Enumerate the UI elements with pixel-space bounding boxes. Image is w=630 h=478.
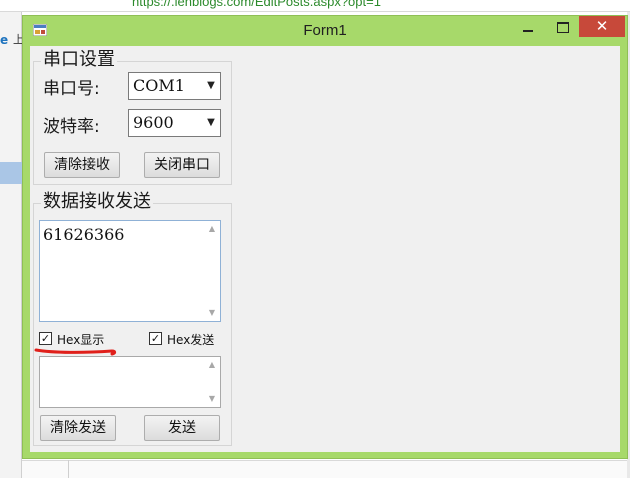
clear-receive-button[interactable]: 清除接收 <box>44 152 120 178</box>
close-button[interactable]: ✕ <box>579 16 625 37</box>
send-textbox[interactable]: ▲ ▼ <box>39 356 221 408</box>
form-client-area: 串口设置 串口号: COM1 ▼ 波特率: 9600 ▼ 清除接收 关闭串口 数… <box>30 46 620 452</box>
browser-url-text: https://.lenblogs.com/EditPosts.aspx?opt… <box>132 0 381 9</box>
close-icon: ✕ <box>595 17 609 35</box>
minimize-button[interactable] <box>515 18 541 38</box>
hex-display-checkbox[interactable]: ✓ <box>39 332 52 345</box>
receive-text: 61626366 <box>43 225 125 244</box>
baud-label: 波特率: <box>43 117 100 137</box>
red-underline-annotation <box>34 348 117 356</box>
port-select-value: COM1 <box>133 76 185 95</box>
scroll-down-icon[interactable]: ▼ <box>205 393 219 405</box>
hex-send-checkbox[interactable]: ✓ <box>149 332 162 345</box>
chevron-down-icon: ▼ <box>207 117 215 128</box>
scroll-up-icon[interactable]: ▲ <box>205 223 219 235</box>
port-label: 串口号: <box>43 79 100 99</box>
baud-select-value: 9600 <box>133 113 174 132</box>
scroll-up-icon[interactable]: ▲ <box>205 359 219 371</box>
scroll-down-icon[interactable]: ▼ <box>205 307 219 319</box>
port-select[interactable]: COM1 ▼ <box>128 72 221 100</box>
browser-address-bar: https://.lenblogs.com/EditPosts.aspx?opt… <box>0 0 630 12</box>
receive-textbox[interactable]: 61626366 ▲ ▼ <box>39 220 221 322</box>
chevron-down-icon: ▼ <box>207 80 215 91</box>
browser-sidebar-highlight <box>0 162 22 184</box>
window-titlebar[interactable]: Form1 ✕ <box>23 16 627 45</box>
form1-window: Form1 ✕ 串口设置 串口号: COM1 ▼ 波特率: 9600 ▼ 清除接… <box>22 15 628 459</box>
baud-select[interactable]: 9600 ▼ <box>128 109 221 137</box>
close-port-button[interactable]: 关闭串口 <box>144 152 220 178</box>
checkmark-icon: ✓ <box>150 332 161 345</box>
clear-send-button[interactable]: 清除发送 <box>40 415 116 441</box>
maximize-button[interactable] <box>549 18 575 38</box>
browser-content-below <box>22 460 627 478</box>
receive-scrollbar[interactable]: ▲ ▼ <box>205 222 219 320</box>
browser-divider <box>68 460 69 478</box>
serial-settings-title: 串口设置 <box>41 49 117 70</box>
send-button[interactable]: 发送 <box>144 415 220 441</box>
browser-sidebar: e 上 1) <box>0 12 24 478</box>
hex-send-label: Hex发送 <box>167 333 215 347</box>
checkmark-icon: ✓ <box>40 332 51 345</box>
data-transfer-title: 数据接收发送 <box>41 191 153 212</box>
ie-icon: e <box>0 33 9 47</box>
send-scrollbar[interactable]: ▲ ▼ <box>205 358 219 406</box>
